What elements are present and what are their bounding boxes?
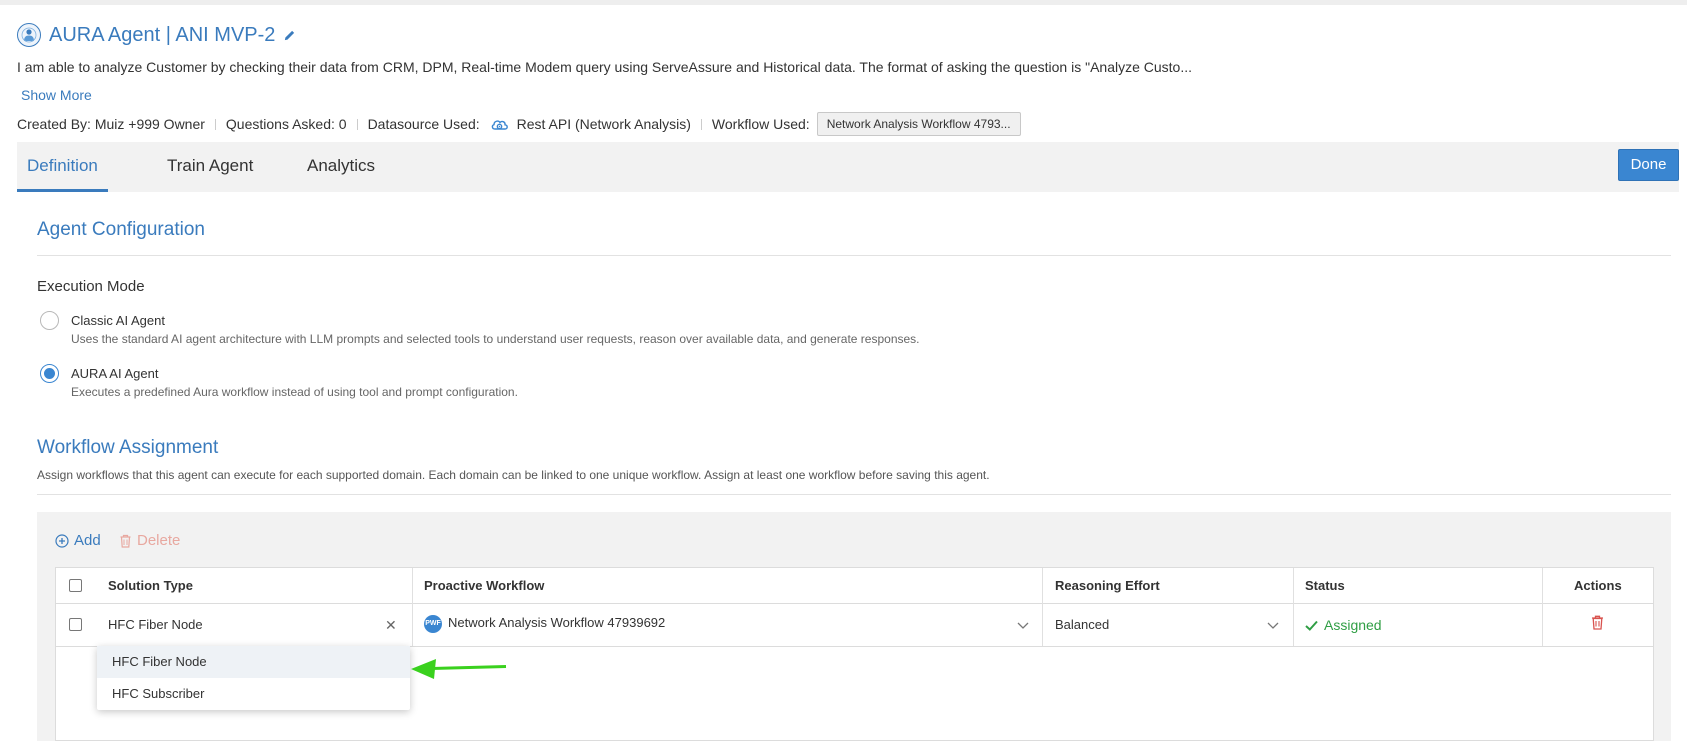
pwf-badge-icon: PWF: [424, 615, 442, 633]
col-solution-type: Solution Type: [108, 578, 193, 593]
solution-type-dropdown: HFC Fiber Node HFC Subscriber: [97, 646, 410, 710]
agent-description: I am able to analyze Customer by checkin…: [17, 59, 1193, 75]
delete-button[interactable]: Delete: [119, 532, 180, 549]
classic-ai-agent-label: Classic AI Agent: [71, 313, 165, 328]
aura-ai-agent-radio[interactable]: [40, 364, 59, 383]
workflow-assignment-description: Assign workflows that this agent can exe…: [37, 468, 990, 482]
add-button[interactable]: Add: [55, 532, 101, 549]
classic-ai-agent-radio[interactable]: [40, 311, 59, 330]
select-all-checkbox[interactable]: [69, 579, 82, 592]
status-badge: Assigned: [1305, 604, 1382, 646]
questions-asked: Questions Asked: 0: [225, 116, 347, 132]
solution-type-select[interactable]: HFC Fiber Node: [108, 604, 203, 646]
clear-selection-icon[interactable]: ✕: [385, 604, 397, 646]
table-header: Solution Type Proactive Workflow Reasoni…: [56, 568, 1653, 604]
col-actions: Actions: [1574, 578, 1622, 593]
trash-icon: [119, 534, 132, 548]
created-by: Created By: Muiz +999 Owner: [17, 116, 205, 132]
add-circle-icon: [55, 533, 69, 548]
col-reasoning-effort: Reasoning Effort: [1055, 578, 1160, 593]
workflow-chip[interactable]: Network Analysis Workflow 4793...: [816, 112, 1021, 136]
tab-definition[interactable]: Definition: [17, 142, 108, 192]
meta-divider: [214, 118, 216, 130]
aura-ai-agent-label: AURA AI Agent: [71, 366, 159, 381]
delete-row-icon[interactable]: [1591, 615, 1604, 630]
meta-divider: [700, 118, 702, 130]
tab-bar: Definition Train Agent Analytics Done: [17, 142, 1679, 192]
col-proactive-workflow: Proactive Workflow: [424, 578, 545, 593]
table-row: HFC Fiber Node ✕ PWF Network Analysis Wo…: [56, 604, 1653, 647]
aura-ai-agent-description: Executes a predefined Aura workflow inst…: [71, 385, 518, 399]
show-more-link[interactable]: Show More: [21, 87, 92, 103]
col-status: Status: [1305, 578, 1345, 593]
workflow-assignment-title: Workflow Assignment: [37, 437, 219, 458]
agent-configuration-title: Agent Configuration: [37, 219, 205, 240]
green-arrow-annotation: [411, 659, 507, 679]
add-button-label: Add: [74, 532, 101, 549]
dropdown-option-hfc-fiber-node[interactable]: HFC Fiber Node: [97, 646, 410, 678]
done-button[interactable]: Done: [1618, 149, 1679, 181]
tab-analytics[interactable]: Analytics: [297, 142, 385, 192]
chevron-down-icon[interactable]: [1016, 618, 1030, 632]
reasoning-effort-select[interactable]: Balanced: [1055, 604, 1109, 646]
top-bar: [0, 0, 1687, 5]
page-title: AURA Agent | ANI MVP-2: [49, 23, 276, 46]
edit-pencil-icon[interactable]: [283, 29, 296, 42]
execution-mode-label: Execution Mode: [37, 278, 145, 295]
agent-avatar-icon: [17, 23, 41, 47]
datasource-value: Rest API (Network Analysis): [516, 116, 691, 132]
datasource-cloud-icon: [490, 115, 510, 133]
status-text: Assigned: [1324, 617, 1382, 633]
tab-train-agent[interactable]: Train Agent: [157, 142, 263, 192]
section-divider: [37, 494, 1671, 495]
row-checkbox[interactable]: [69, 618, 82, 631]
section-divider: [37, 255, 1671, 256]
chevron-down-icon[interactable]: [1266, 618, 1280, 632]
checkmark-icon: [1305, 620, 1318, 631]
delete-button-label: Delete: [137, 532, 181, 549]
classic-ai-agent-description: Uses the standard AI agent architecture …: [71, 332, 920, 346]
agent-meta: Created By: Muiz +999 Owner Questions As…: [17, 112, 1677, 136]
meta-divider: [356, 118, 358, 130]
dropdown-option-hfc-subscriber[interactable]: HFC Subscriber: [97, 678, 410, 710]
datasource-label: Datasource Used:: [367, 116, 480, 132]
proactive-workflow-select[interactable]: Network Analysis Workflow 47939692: [448, 604, 665, 646]
agent-header: AURA Agent | ANI MVP-2 I am able to anal…: [17, 20, 1677, 136]
workflow-label: Workflow Used:: [711, 116, 810, 132]
